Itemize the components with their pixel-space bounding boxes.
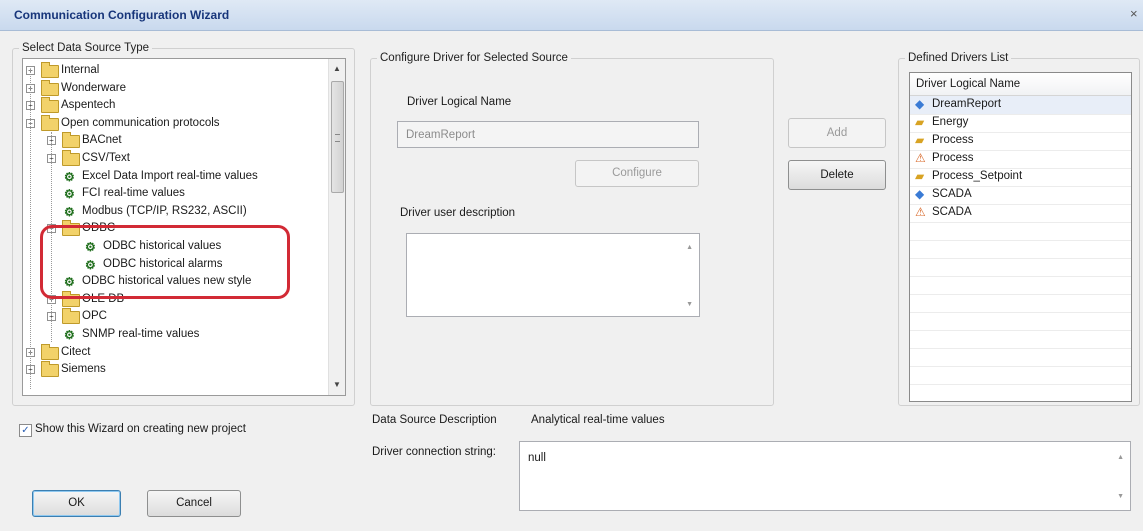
- connection-string-label: Driver connection string:: [372, 446, 496, 458]
- driver-list-row[interactable]: ◆ DreamReport: [910, 96, 1131, 115]
- folder-icon: [62, 308, 80, 325]
- driver-list-row[interactable]: ▰ Process: [910, 132, 1131, 151]
- tree-item-label: Wonderware: [61, 81, 126, 94]
- ok-button[interactable]: OK: [32, 490, 121, 517]
- data-source-type-legend: Select Data Source Type: [22, 42, 149, 54]
- driver-name: SCADA: [932, 188, 972, 200]
- driver-name: DreamReport: [932, 98, 1002, 110]
- scroll-up-arrow-icon[interactable]: ▲: [1117, 454, 1124, 461]
- show-wizard-checkbox[interactable]: ✓: [19, 424, 32, 437]
- logical-name-label: Driver Logical Name: [407, 96, 512, 108]
- driver-name: Energy: [932, 116, 969, 128]
- folder-icon: [41, 62, 59, 78]
- empty-list-row: [910, 312, 1131, 331]
- empty-list-row: [910, 384, 1131, 401]
- window-title: Communication Configuration Wizard: [14, 8, 230, 22]
- close-icon[interactable]: ×: [1130, 6, 1138, 21]
- warning-icon: ⚠: [915, 205, 926, 219]
- empty-list-row: [910, 366, 1131, 385]
- tree-item-label: Aspentech: [61, 99, 116, 112]
- data-source-description-label: Data Source Description: [372, 414, 497, 426]
- column-header-driver-name[interactable]: Driver Logical Name: [910, 73, 1131, 96]
- scroll-down-arrow-icon[interactable]: ▼: [686, 301, 693, 308]
- tree-item-label: SNMP real-time values: [82, 328, 200, 340]
- connection-string-field[interactable]: null ▲ ▼: [519, 441, 1131, 511]
- empty-list-row: [910, 348, 1131, 367]
- database-icon: ◆: [915, 97, 925, 111]
- configure-button[interactable]: Configure: [575, 160, 699, 187]
- tree-item-label: Excel Data Import real-time values: [82, 169, 258, 182]
- empty-list-row: [910, 294, 1131, 313]
- scroll-thumb[interactable]: [331, 81, 344, 193]
- folder-icon: [62, 150, 80, 166]
- folder-icon: [41, 343, 59, 360]
- tree-item-label: OPC: [82, 310, 107, 323]
- empty-list-row: [910, 222, 1131, 241]
- user-description-label: Driver user description: [400, 207, 516, 219]
- show-wizard-label: Show this Wizard on creating new project: [35, 423, 246, 435]
- folder-driver-icon: ▰: [915, 133, 925, 147]
- warning-driver-icon: ⚠: [915, 151, 926, 165]
- tree-item-label: Citect: [61, 345, 91, 358]
- folder-icon: [41, 114, 59, 131]
- driver-name: Process: [932, 152, 974, 164]
- tree-guide-line: [30, 69, 31, 389]
- folder-driver-icon: ▰: [915, 169, 925, 183]
- driver-name: SCADA: [932, 206, 972, 218]
- delete-button[interactable]: Delete: [788, 160, 886, 190]
- tree-item-label: Siemens: [61, 363, 106, 376]
- cancel-button[interactable]: Cancel: [147, 490, 241, 517]
- database-icon: ◆: [915, 187, 925, 201]
- defined-drivers-legend: Defined Drivers List: [908, 52, 1009, 64]
- odbc-highlight-annotation: [40, 225, 290, 299]
- tree-item-label: Internal: [61, 64, 100, 76]
- column-header-label: Driver Logical Name: [916, 78, 1021, 90]
- scroll-grip-icon: [335, 134, 340, 142]
- driver-icon: ⚙: [64, 204, 75, 219]
- empty-list-row: [910, 276, 1131, 295]
- data-source-description-value: Analytical real-time values: [531, 414, 665, 426]
- driver-icon: ⚙: [64, 328, 75, 342]
- scroll-down-arrow-icon[interactable]: ▼: [329, 377, 345, 393]
- empty-list-row: [910, 330, 1131, 349]
- folder-icon: [41, 97, 59, 114]
- empty-list-row: [910, 258, 1131, 277]
- driver-name: Process_Setpoint: [932, 170, 1023, 182]
- scroll-up-arrow-icon[interactable]: ▲: [329, 61, 345, 77]
- driver-icon: ⚙: [64, 187, 75, 202]
- logical-name-value: DreamReport: [406, 129, 476, 141]
- tree-item-label: CSV/Text: [82, 152, 130, 164]
- driver-name: Process: [932, 134, 974, 146]
- folder-icon: [41, 79, 59, 96]
- configure-driver-legend: Configure Driver for Selected Source: [380, 52, 568, 64]
- scroll-down-arrow-icon[interactable]: ▼: [1117, 493, 1124, 500]
- tree-item-label: Modbus (TCP/IP, RS232, ASCII): [82, 204, 247, 217]
- tree-item-label: Open communication protocols: [61, 116, 220, 129]
- user-description-field[interactable]: ▲ ▼: [406, 233, 700, 317]
- logical-name-field[interactable]: DreamReport: [397, 121, 699, 148]
- driver-list-row[interactable]: ▰ Energy: [910, 114, 1131, 133]
- folder-icon: [41, 361, 59, 378]
- tree-item-label: FCI real-time values: [82, 187, 185, 200]
- title-bar: Communication Configuration Wizard ×: [0, 0, 1143, 31]
- scroll-up-arrow-icon[interactable]: ▲: [686, 244, 693, 251]
- add-button[interactable]: Add: [788, 118, 886, 148]
- folder-driver-icon: ▰: [915, 115, 925, 129]
- driver-list-row[interactable]: ▰ Process_Setpoint: [910, 168, 1131, 187]
- driver-list-row[interactable]: ⚠ SCADA: [910, 204, 1131, 223]
- driver-icon: ⚙: [64, 169, 75, 184]
- tree-scrollbar[interactable]: ▲ ▼: [328, 59, 345, 395]
- folder-icon: [62, 132, 80, 149]
- empty-list-row: [910, 240, 1131, 259]
- driver-list-row[interactable]: ◆ SCADA: [910, 186, 1131, 205]
- driver-list-row[interactable]: ⚠ Process: [910, 150, 1131, 169]
- defined-drivers-list[interactable]: Driver Logical Name ◆ DreamReport ▰ Energy ▰…: [909, 72, 1132, 402]
- tree-item-label: BACnet: [82, 134, 122, 147]
- connection-string-value: null: [528, 452, 546, 464]
